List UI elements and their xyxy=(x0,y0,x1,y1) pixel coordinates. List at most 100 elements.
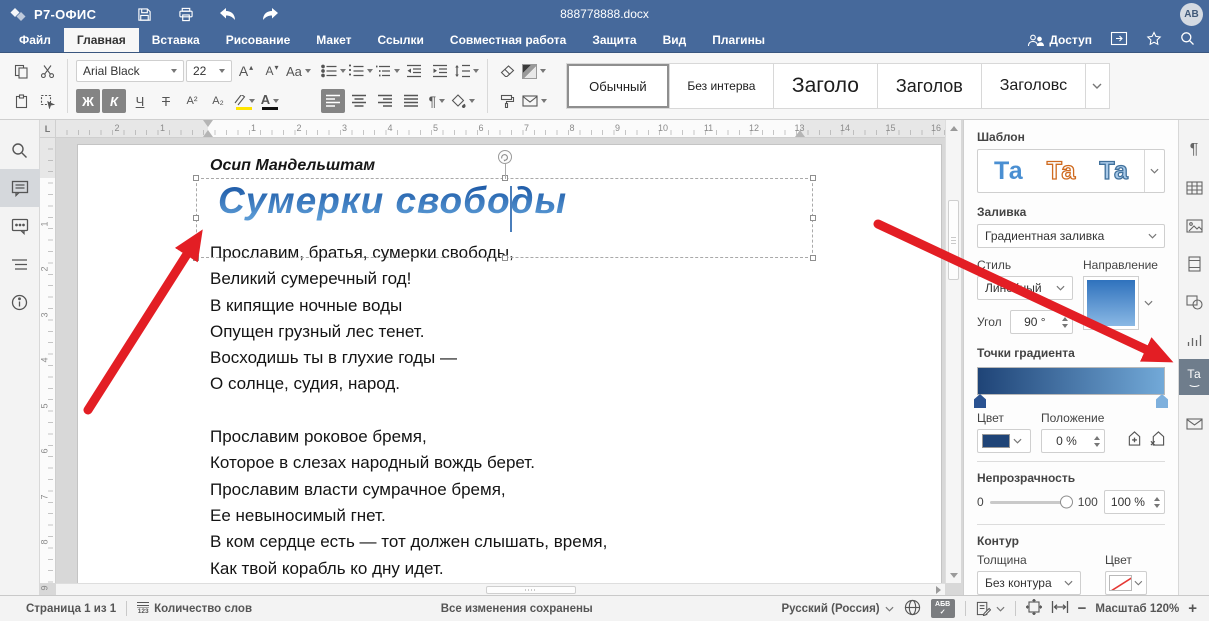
chat-button[interactable] xyxy=(0,207,40,245)
right-indent-marker[interactable] xyxy=(795,130,805,137)
poem-line[interactable]: Ее невыносимый гнет. xyxy=(210,506,607,532)
scroll-up-button[interactable] xyxy=(946,121,961,135)
tab-layout[interactable]: Макет xyxy=(303,28,364,52)
image-settings-button[interactable] xyxy=(1179,207,1209,245)
gradient-stop-left[interactable] xyxy=(974,394,986,408)
line-spacing-button[interactable] xyxy=(454,59,479,83)
poem-line[interactable]: Восходишь ты в глухие годы — xyxy=(210,348,607,374)
opacity-slider-knob[interactable] xyxy=(1060,496,1073,509)
subscript-button[interactable]: A₂ xyxy=(206,89,230,113)
document-language-button[interactable] xyxy=(904,599,921,619)
angle-spinner[interactable]: 90 ° xyxy=(1010,310,1073,334)
textart-selection-box[interactable] xyxy=(196,178,813,258)
language-select[interactable]: Русский (Россия) xyxy=(781,603,893,615)
navigation-button[interactable] xyxy=(0,245,40,283)
tab-collaboration[interactable]: Совместная работа xyxy=(437,28,579,52)
poem-line[interactable]: Как твой корабль ко дну идет. xyxy=(210,559,607,585)
tab-home[interactable]: Главная xyxy=(64,28,139,52)
header-footer-settings-button[interactable] xyxy=(1179,245,1209,283)
shading-button[interactable] xyxy=(451,89,475,113)
resize-handle-ne[interactable] xyxy=(810,175,816,181)
clear-style-button[interactable] xyxy=(496,59,520,83)
avatar[interactable]: AB xyxy=(1180,3,1203,26)
v-ruler[interactable]: 123456789 xyxy=(40,138,56,583)
position-spinner[interactable]: 0 % xyxy=(1041,429,1105,453)
ruler-corner[interactable]: L xyxy=(40,120,56,138)
table-settings-button[interactable] xyxy=(1179,169,1209,207)
first-line-indent-marker[interactable] xyxy=(203,120,213,127)
word-count-button[interactable]: 123 Количество слов xyxy=(137,602,252,616)
align-center-button[interactable] xyxy=(347,89,371,113)
fill-type-select[interactable]: Градиентная заливка xyxy=(977,224,1165,248)
opacity-slider[interactable] xyxy=(990,501,1072,504)
track-changes-button[interactable] xyxy=(976,601,1005,616)
strikethrough-button[interactable]: Т xyxy=(154,89,178,113)
fit-page-button[interactable] xyxy=(1026,599,1042,618)
numbered-list-button[interactable] xyxy=(348,59,373,83)
textart-settings-button[interactable]: Та xyxy=(1179,359,1209,395)
poem-text[interactable]: Прославим, братья, сумерки свободы, Вели… xyxy=(210,243,607,585)
tab-plugins[interactable]: Плагины xyxy=(699,28,778,52)
increase-indent-button[interactable] xyxy=(428,59,452,83)
poem-line[interactable]: Прославим власти сумрачное бремя, xyxy=(210,480,607,506)
template-sample-2[interactable]: Та xyxy=(1047,159,1076,184)
tab-references[interactable]: Ссылки xyxy=(364,28,436,52)
zoom-out-button[interactable]: − xyxy=(1078,601,1087,616)
document-area[interactable]: L 2112345678910111213141516 123456789 Ос… xyxy=(40,120,963,595)
nonprinting-chars-button[interactable]: ¶ xyxy=(425,89,449,113)
outline-thickness-select[interactable]: Без контура xyxy=(977,571,1081,595)
paste-button[interactable] xyxy=(9,89,33,113)
fit-width-button[interactable] xyxy=(1051,601,1069,616)
resize-handle-w[interactable] xyxy=(193,215,199,221)
left-indent-marker[interactable] xyxy=(203,130,213,137)
copy-button[interactable] xyxy=(9,59,33,83)
template-expand-button[interactable] xyxy=(1144,150,1164,192)
tab-insert[interactable]: Вставка xyxy=(139,28,213,52)
favorite-star-icon[interactable] xyxy=(1146,31,1162,49)
add-gradient-stop-button[interactable] xyxy=(1127,430,1142,450)
shape-settings-button[interactable] xyxy=(1179,283,1209,321)
font-color-button[interactable]: A xyxy=(258,89,282,113)
outline-color-select[interactable] xyxy=(1105,571,1147,595)
align-right-button[interactable] xyxy=(373,89,397,113)
undo-button[interactable] xyxy=(212,3,244,25)
poem-line[interactable]: В ком сердце есть — тот должен слышать, … xyxy=(210,532,607,558)
tab-protection[interactable]: Защита xyxy=(579,28,649,52)
resize-handle-e[interactable] xyxy=(810,215,816,221)
poem-line[interactable]: Прославим роковое бремя, xyxy=(210,427,607,453)
tab-file[interactable]: Файл xyxy=(6,28,64,52)
gradient-style-select[interactable]: Линейный xyxy=(977,276,1073,300)
vertical-scrollbar[interactable] xyxy=(945,120,961,583)
poem-line[interactable]: О солнце, судия, народ. xyxy=(210,374,607,400)
spinner-arrows[interactable] xyxy=(1151,497,1164,508)
scroll-right-button[interactable] xyxy=(932,584,944,595)
direction-preview[interactable] xyxy=(1083,276,1139,330)
style-no-spacing[interactable]: Без интерва xyxy=(670,63,774,109)
spinner-arrows[interactable] xyxy=(1059,317,1072,328)
horizontal-scroll-thumb[interactable] xyxy=(486,586,576,594)
opacity-spinner[interactable]: 100 % xyxy=(1104,490,1165,514)
about-button[interactable] xyxy=(0,283,40,321)
copy-style-button[interactable] xyxy=(496,89,520,113)
rotation-handle[interactable] xyxy=(498,150,512,164)
underline-button[interactable]: Ч xyxy=(128,89,152,113)
font-name-select[interactable]: Arial Black xyxy=(76,60,184,82)
superscript-button[interactable]: A² xyxy=(180,89,204,113)
template-sample-3[interactable]: Та xyxy=(1099,159,1128,184)
paragraph-settings-button[interactable]: ¶ xyxy=(1179,131,1209,169)
poem-line[interactable]: Опущен грузный лес тенет. xyxy=(210,322,607,348)
gradient-stop-right[interactable] xyxy=(1156,394,1168,408)
chevron-down-icon[interactable] xyxy=(1144,300,1153,306)
mail-merge-settings-button[interactable] xyxy=(1179,405,1209,443)
decrease-indent-button[interactable] xyxy=(402,59,426,83)
h-ruler[interactable]: 2112345678910111213141516 xyxy=(56,120,945,138)
comments-button[interactable] xyxy=(0,169,40,207)
poem-line[interactable]: Которое в слезах народный вождь берет. xyxy=(210,453,607,479)
template-gallery[interactable]: Та Та Та xyxy=(977,149,1165,193)
stop-color-select[interactable] xyxy=(977,429,1031,453)
mail-merge-button[interactable] xyxy=(522,89,547,113)
change-case-button[interactable]: Aa xyxy=(286,59,311,83)
poem-line[interactable]: Великий сумеречный год! xyxy=(210,269,607,295)
select-all-button[interactable] xyxy=(35,89,59,113)
style-normal[interactable]: Обычный xyxy=(566,63,670,109)
